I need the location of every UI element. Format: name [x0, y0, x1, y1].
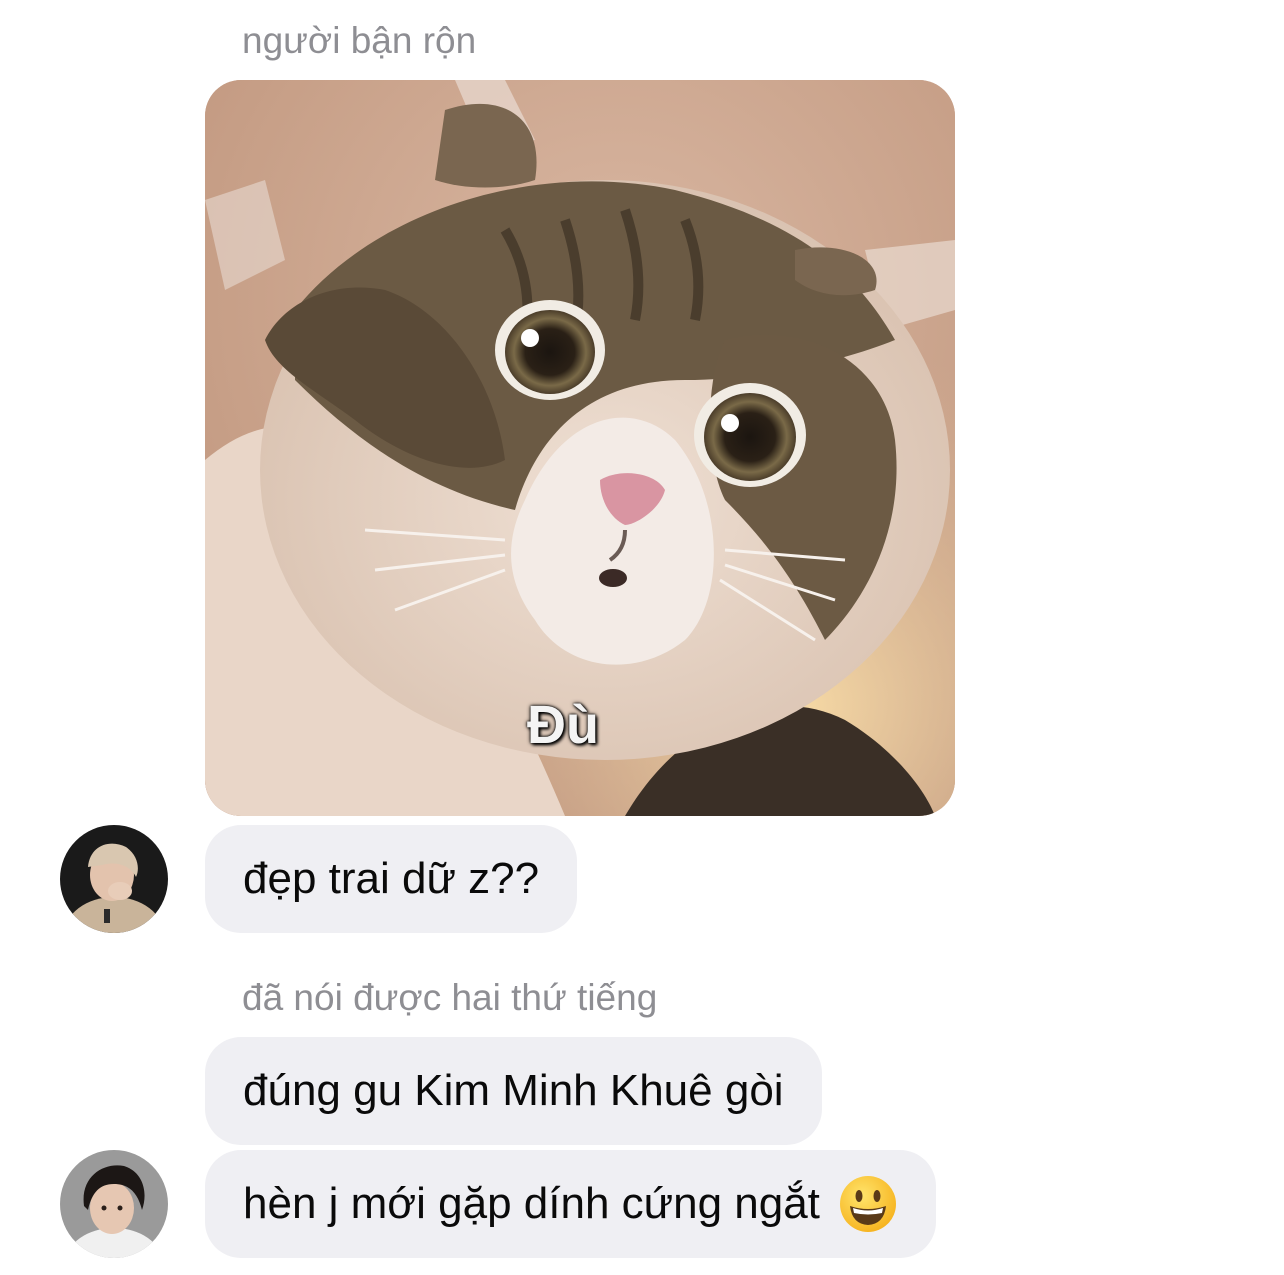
avatar[interactable]: [60, 825, 168, 933]
message-text: hèn j mới gặp dính cứng ngắt: [243, 1179, 820, 1228]
sender-name-2: đã nói được hai thứ tiếng: [242, 977, 658, 1018]
sender-name-1: người bận rộn: [242, 20, 477, 61]
message-text: đúng gu Kim Minh Khuê gòi: [243, 1066, 784, 1115]
grinning-face-emoji-icon: [839, 1176, 896, 1232]
profile-photo-icon: [60, 825, 168, 933]
sticker-caption: Đù: [527, 695, 599, 755]
profile-photo-icon: [60, 1150, 168, 1258]
message-bubble[interactable]: đúng gu Kim Minh Khuê gòi: [205, 1037, 822, 1145]
cat-sticker-image[interactable]: Đù: [205, 80, 955, 816]
avatar[interactable]: [60, 1150, 168, 1258]
message-bubble[interactable]: hèn j mới gặp dính cứng ngắt: [205, 1150, 936, 1258]
message-text: đẹp trai dữ z??: [243, 854, 540, 903]
message-bubble[interactable]: đẹp trai dữ z??: [205, 825, 578, 933]
